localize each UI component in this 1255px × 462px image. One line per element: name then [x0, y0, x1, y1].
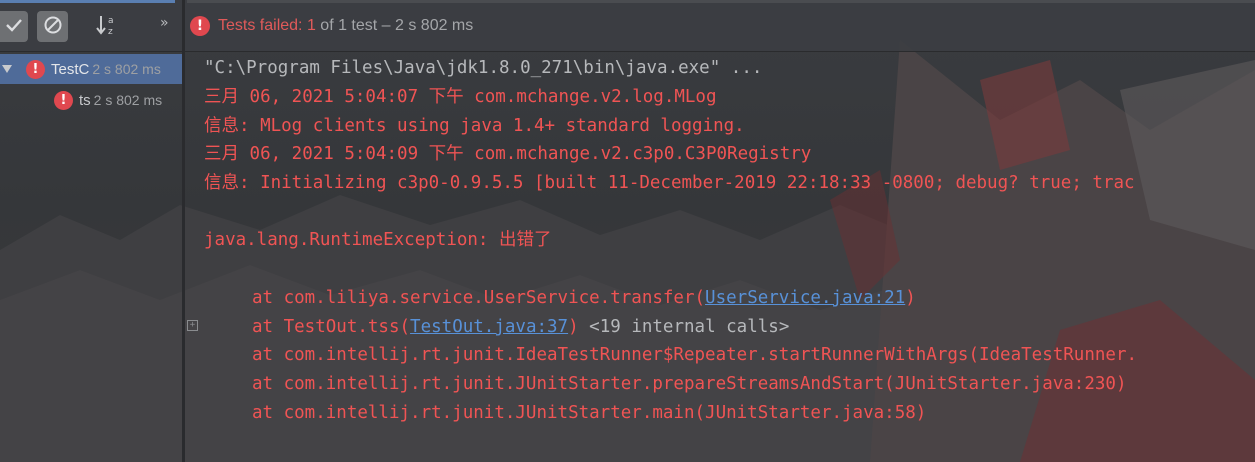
- stacktrace-line: at com.intellij.rt.junit.JUnitStarter.pr…: [252, 374, 1127, 394]
- test-tree: ! TestC 2 s 802 ms ! ts 2 s 802 ms: [0, 52, 182, 462]
- stacktrace-line: at TestOut.tss(TestOut.java:37) <19 inte…: [252, 313, 789, 342]
- fold-expand-icon[interactable]: +: [187, 320, 198, 331]
- stacktrace-line: at com.liliya.service.UserService.transf…: [252, 284, 916, 313]
- stacktrace-text: at com.liliya.service.UserService.transf…: [252, 288, 706, 308]
- tree-item-name: ts: [79, 91, 91, 109]
- status-text: Tests failed: 1 of 1 test – 2 s 802 ms: [218, 17, 473, 35]
- error-icon: !: [190, 16, 210, 36]
- console-line-log: 信息: MLog clients using java 1.4+ standar…: [204, 116, 745, 136]
- expand-arrow-icon[interactable]: [2, 65, 12, 73]
- show-ignored-button[interactable]: [37, 11, 68, 42]
- tree-item-child[interactable]: ! ts 2 s 802 ms: [0, 85, 182, 115]
- test-failed-icon: !: [54, 90, 73, 110]
- stacktrace-text: at TestOut.tss(: [252, 317, 411, 337]
- console-line-log: 信息: Initializing c3p0-0.9.5.5 [built 11-…: [204, 173, 1135, 193]
- show-passed-button[interactable]: [0, 11, 28, 42]
- console-line-log: 三月 06, 2021 5:04:07 下午 com.mchange.v2.lo…: [204, 87, 717, 107]
- checkmark-icon: [5, 16, 23, 38]
- console-accent-line: [187, 0, 1255, 3]
- ignored-circle-slash-icon: [43, 15, 63, 39]
- source-link[interactable]: UserService.java:21: [705, 288, 905, 308]
- stacktrace-line: at com.intellij.rt.junit.JUnitStarter.ma…: [252, 403, 927, 423]
- svg-text:a: a: [108, 16, 114, 26]
- status-prefix: Tests failed:: [218, 17, 307, 34]
- console-line-exception: java.lang.RuntimeException: 出错了: [204, 230, 552, 250]
- console-output[interactable]: "C:\Program Files\Java\jdk1.8.0_271\bin\…: [186, 52, 1255, 462]
- stacktrace-line: at com.intellij.rt.junit.IdeaTestRunner$…: [252, 345, 1138, 365]
- toolbar-overflow-button[interactable]: »: [160, 15, 169, 31]
- stacktrace-text: ): [905, 288, 916, 308]
- panel-splitter[interactable]: [182, 0, 185, 462]
- panel-accent-line: [0, 0, 175, 3]
- internal-calls-folded[interactable]: <19 internal calls>: [589, 317, 789, 337]
- console-line-command: "C:\Program Files\Java\jdk1.8.0_271\bin\…: [204, 58, 763, 78]
- tree-item-time: 2 s 802 ms: [93, 92, 163, 108]
- tree-item-root[interactable]: ! TestC 2 s 802 ms: [0, 54, 182, 84]
- stacktrace-text: ): [568, 317, 590, 337]
- test-status-summary: ! Tests failed: 1 of 1 test – 2 s 802 ms: [190, 14, 473, 38]
- failed-count: 1: [306, 17, 316, 34]
- console-line-log: 三月 06, 2021 5:04:09 下午 com.mchange.v2.c3…: [204, 144, 812, 164]
- source-link[interactable]: TestOut.java:37: [410, 317, 568, 337]
- test-runner-toolbar: a z » ! Tests failed: 1 of 1 test – 2 s …: [0, 0, 1255, 52]
- tree-item-name: TestC: [51, 60, 90, 78]
- test-failed-icon: !: [26, 59, 45, 79]
- sort-alphabetically-button[interactable]: a z: [92, 11, 123, 42]
- sort-az-icon: a z: [95, 13, 121, 41]
- status-suffix: of 1 test – 2 s 802 ms: [315, 17, 474, 34]
- svg-text:z: z: [108, 27, 113, 37]
- tree-item-time: 2 s 802 ms: [92, 61, 161, 77]
